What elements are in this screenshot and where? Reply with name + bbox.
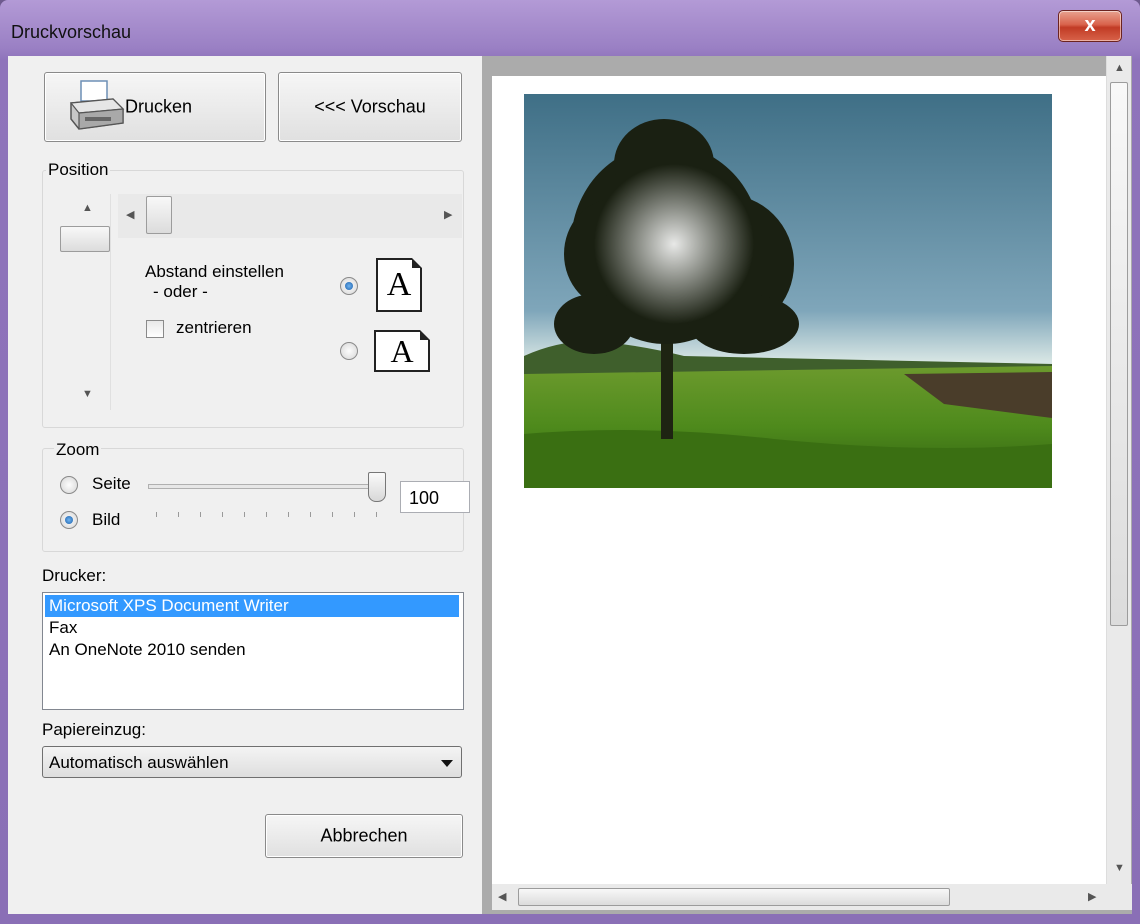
printer-listbox[interactable]: Microsoft XPS Document Writer Fax An One… [42, 592, 464, 710]
or-label: - oder - [153, 282, 208, 301]
scroll-right-icon[interactable]: ▶ [444, 208, 452, 221]
page-fold [412, 258, 422, 268]
preview-page[interactable] [492, 76, 1106, 884]
horizontal-position-scrollbar[interactable]: ◀ ▶ [118, 194, 462, 238]
position-group-title: Position [46, 160, 111, 180]
printer-label: Drucker: [42, 566, 107, 585]
page-fold [420, 330, 430, 340]
cancel-button-label: Abbrechen [320, 825, 408, 846]
scroll-right-icon[interactable]: ▶ [1088, 890, 1096, 903]
print-button[interactable]: Drucken [44, 72, 266, 142]
scroll-up-icon[interactable]: ▲ [1114, 62, 1125, 74]
preview-horizontal-thumb[interactable] [518, 888, 950, 906]
preview-photo [524, 94, 1052, 488]
zoom-value-input[interactable]: 100 [400, 481, 470, 513]
landscape-glyph: A [390, 333, 414, 369]
close-icon: x [1084, 14, 1096, 36]
paper-source-value: Automatisch auswählen [49, 753, 229, 772]
cancel-button[interactable]: Abbrechen [265, 814, 463, 858]
zoom-page-label: Seite [92, 474, 131, 493]
horizontal-position-thumb[interactable] [146, 196, 172, 234]
scroll-up-icon[interactable]: ▲ [82, 202, 93, 214]
portrait-radio[interactable] [340, 277, 358, 295]
zoom-group-title: Zoom [54, 440, 102, 460]
scroll-down-icon[interactable]: ▼ [1114, 862, 1125, 874]
preview-vertical-scrollbar[interactable]: ▲ ▼ [1106, 56, 1131, 884]
printer-list-item[interactable]: An OneNote 2010 senden [45, 639, 459, 661]
zoom-page-radio[interactable] [60, 476, 78, 494]
printer-list-item[interactable]: Microsoft XPS Document Writer [45, 595, 459, 617]
portrait-glyph: A [386, 266, 412, 303]
preview-pane: ▲ ▼ ◀ ▶ [482, 56, 1132, 914]
vertical-position-thumb[interactable] [60, 226, 110, 252]
zoom-image-label: Bild [92, 510, 121, 529]
scroll-down-icon[interactable]: ▼ [82, 388, 93, 400]
close-button[interactable]: x [1058, 10, 1122, 42]
print-preview-window: Druckvorschau x Drucken <<< Vorschau Pos… [0, 0, 1140, 924]
set-distance-label: Abstand einstellen [145, 262, 284, 281]
portrait-page-icon: A [376, 258, 422, 312]
paper-source-label: Papiereinzug: [42, 720, 146, 739]
printer-icon [69, 80, 125, 130]
preview-horizontal-scrollbar[interactable]: ◀ ▶ [492, 884, 1106, 910]
landscape-radio[interactable] [340, 342, 358, 360]
zoom-slider-track[interactable] [148, 484, 382, 489]
printer-list-item[interactable]: Fax [45, 617, 459, 639]
zoom-image-radio[interactable] [60, 511, 78, 529]
zoom-slider-ticks [156, 512, 380, 518]
center-label: zentrieren [176, 318, 252, 337]
landscape-page-icon: A [374, 330, 430, 372]
scroll-left-icon[interactable]: ◀ [498, 890, 506, 903]
preview-back-button[interactable]: <<< Vorschau [278, 72, 462, 142]
zoom-slider-thumb[interactable] [368, 472, 386, 502]
title-bar[interactable]: Druckvorschau x [0, 0, 1140, 56]
dialog-client-area: Drucken <<< Vorschau Position ▲ ▼ ◀ ▶ Ab… [8, 56, 1132, 914]
preview-vertical-thumb[interactable] [1110, 82, 1128, 626]
resize-grip[interactable] [1106, 884, 1132, 910]
preview-back-label: <<< Vorschau [314, 96, 426, 117]
window-title: Druckvorschau [11, 22, 132, 42]
scroll-left-icon[interactable]: ◀ [126, 208, 134, 221]
paper-source-select[interactable]: Automatisch auswählen [42, 746, 462, 778]
center-checkbox[interactable] [146, 320, 164, 338]
print-button-label: Drucken [125, 96, 193, 117]
vertical-position-scrollbar[interactable]: ▲ ▼ [60, 194, 111, 410]
chevron-down-icon [441, 760, 453, 767]
